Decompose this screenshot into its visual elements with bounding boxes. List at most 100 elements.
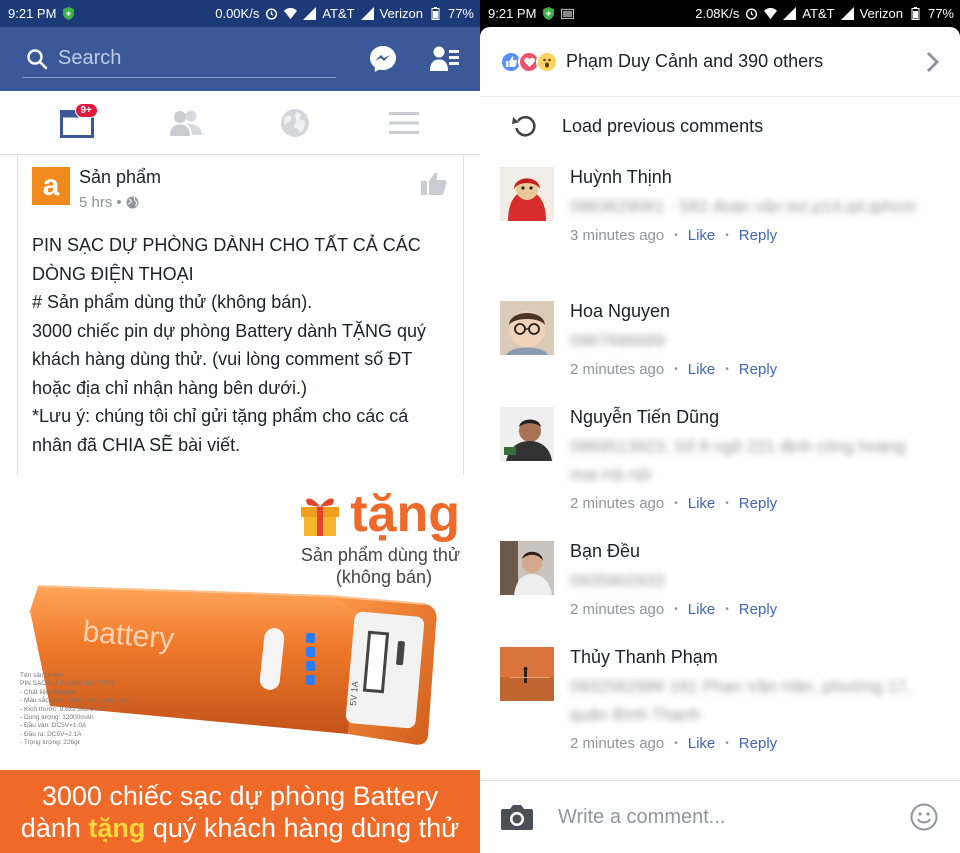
app-header: Search [0, 27, 480, 91]
promo-banner: 3000 chiếc sạc dự phòng Battery dành tặn… [0, 770, 480, 853]
post-line: # Sản phẩm dùng thử (không bán). [32, 292, 313, 312]
avatar[interactable] [500, 647, 554, 701]
comment-time: 2 minutes ago [570, 601, 665, 618]
comment-input[interactable]: Write a comment... [558, 806, 725, 829]
comment-author[interactable]: Hoa Nguyen [570, 301, 930, 325]
comment-text: 0935902933 [570, 571, 665, 590]
comment-meta: 2 minutes ago • Like • Reply [570, 601, 930, 618]
comment-author[interactable]: Thủy Thanh Phạm [570, 647, 930, 671]
battery-icon [911, 7, 920, 20]
status-carrier-1: AT&T [322, 6, 355, 21]
comment-author[interactable]: Nguyễn Tiến Dũng [570, 407, 930, 431]
promo-image[interactable]: tặng Sản phẩm dùng thử (không bán) batte… [0, 476, 480, 770]
search-input[interactable]: Search [22, 40, 336, 78]
post-card: a Sản phẩm 5 hrs • PIN SẠC DỰ PHÒNG DÀNH… [17, 155, 464, 475]
avatar[interactable] [500, 541, 554, 595]
avatar[interactable] [500, 407, 554, 461]
avatar[interactable] [500, 301, 554, 355]
friend-requests-icon[interactable] [430, 45, 460, 73]
camera-icon[interactable] [500, 803, 534, 831]
globe-icon [280, 108, 309, 137]
reply-button[interactable]: Reply [739, 361, 777, 378]
post-line: *Lưu ý: chúng tôi chỉ gửi tặng phẩm cho … [32, 406, 409, 426]
like-button[interactable]: Like [688, 361, 716, 378]
refresh-icon [512, 116, 536, 137]
page-avatar[interactable]: a [32, 167, 70, 205]
wow-reaction-icon [536, 50, 558, 73]
chevron-right-icon[interactable] [926, 51, 940, 73]
comment-meta: 2 minutes ago • Like • Reply [570, 735, 930, 752]
status-carrier-2: Verizon [379, 6, 423, 21]
friends-icon [169, 110, 202, 136]
page-name[interactable]: Sản phẩm [79, 167, 161, 188]
status-battery: 77% [927, 6, 954, 21]
tab-menu[interactable] [384, 103, 424, 143]
separator-dot: • [674, 364, 678, 375]
comment-author[interactable]: Bạn Đều [570, 541, 930, 565]
banner-highlight: tặng [88, 813, 146, 843]
reactions-text: Phạm Duy Cảnh and 390 others [566, 51, 824, 71]
post-text: PIN SẠC DỰ PHÒNG DÀNH CHO TẤT CẢ CÁC DÒN… [18, 211, 463, 459]
comment-text: 0987696689 [570, 331, 665, 350]
left-screen: 9:21 PM 0.00K/s AT&T Verizon 77% Search [0, 0, 480, 853]
tab-bar: 9+ [0, 91, 480, 155]
comment-time: 3 minutes ago [570, 227, 665, 244]
wifi-icon [764, 8, 778, 20]
separator-dot: • [674, 230, 678, 241]
spec-line: - Đầu ra: DC5V=2.1A [20, 730, 82, 738]
signal-icon [360, 7, 374, 20]
alarm-icon [746, 8, 758, 20]
comment-time: 2 minutes ago [570, 495, 665, 512]
alarm-icon [266, 8, 278, 20]
separator-dot: • [674, 498, 678, 509]
signal-icon [840, 7, 854, 20]
comment-meta: 2 minutes ago • Like • Reply [570, 361, 930, 378]
image-icon [561, 8, 575, 20]
post-line: nhân đã CHIA SẼ bài viết. [32, 434, 241, 455]
like-button[interactable]: Like [688, 495, 716, 512]
status-speed: 0.00K/s [215, 6, 260, 21]
avatar[interactable] [500, 167, 554, 221]
wifi-icon [284, 8, 298, 20]
promo-tang-word: tặng [350, 485, 460, 543]
comment-text: 0969513923, Số 8 ngõ 221 định công hoàng… [570, 437, 906, 484]
gift-icon [301, 498, 340, 536]
emoji-icon[interactable] [910, 803, 938, 831]
spec-line: - Trọng lượng: 226gr [20, 739, 80, 747]
like-button[interactable]: Like [688, 227, 716, 244]
separator-dot: • [674, 738, 678, 749]
post-time: 5 hrs [79, 194, 113, 211]
banner-line-1: 3000 chiếc sạc dự phòng Battery [41, 781, 439, 811]
separator-dot: • [725, 364, 729, 375]
status-carrier-1: AT&T [802, 6, 835, 21]
like-button[interactable]: Like [688, 735, 716, 752]
reply-button[interactable]: Reply [739, 227, 777, 244]
messenger-icon[interactable] [368, 44, 398, 74]
tab-news-feed[interactable]: 9+ [57, 102, 98, 143]
public-globe-icon [126, 196, 139, 209]
status-speed: 2.08K/s [695, 6, 740, 21]
reply-button[interactable]: Reply [739, 735, 777, 752]
shield-icon [63, 7, 75, 20]
separator-dot: • [725, 498, 729, 509]
tab-notifications[interactable] [275, 103, 315, 143]
reply-button[interactable]: Reply [739, 601, 777, 618]
status-bar: 9:21 PM 2.08K/s AT&T Verizon 77% [480, 0, 960, 27]
post-line: 3000 chiếc pin dự phòng Battery dành TẶN… [32, 320, 426, 341]
spec-line: - Chất liệu: Polymer [20, 688, 78, 696]
search-icon [27, 48, 48, 69]
like-page-icon[interactable] [421, 171, 447, 195]
comment-author[interactable]: Huỳnh Thịnh [570, 167, 930, 191]
notification-badge: 9+ [74, 102, 98, 118]
post-line: khách hàng dùng thử. (vui lòng comment s… [32, 349, 413, 369]
tab-friends[interactable] [166, 103, 206, 143]
like-button[interactable]: Like [688, 601, 716, 618]
post-line: PIN SẠC DỰ PHÒNG DÀNH CHO TẤT CẢ CÁC [32, 235, 421, 255]
reply-button[interactable]: Reply [739, 495, 777, 512]
comment-text: 0963629061 - 582 đoàn văn bơ,p14,q4,tphc… [570, 197, 916, 216]
comment-item: Nguyễn Tiến Dũng 0969513923, Số 8 ngõ 22… [500, 407, 940, 512]
right-screen: 9:21 PM 2.08K/s AT&T Verizon 77% Phạm Du… [480, 0, 960, 853]
spec-line: - Kích thước: 9.6x2.3x2.3 mm [20, 705, 106, 713]
reactions-summary[interactable]: Phạm Duy Cảnh and 390 others [480, 27, 960, 97]
load-previous-comments[interactable]: Load previous comments [480, 97, 960, 155]
